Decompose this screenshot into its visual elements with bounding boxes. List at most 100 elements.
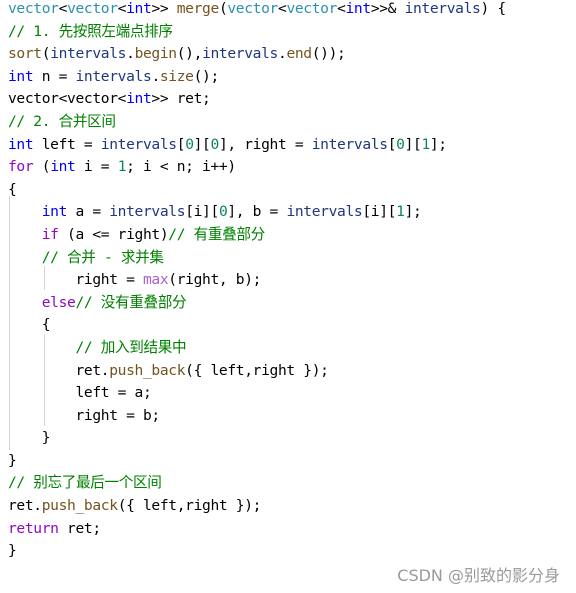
code-token: ]; (404, 203, 422, 221)
code-line: int n = intervals.size(); (8, 66, 506, 89)
code-token: [ (387, 135, 397, 153)
code-token: (right, b); (168, 271, 262, 289)
code-token: (); (193, 67, 220, 85)
code-comment: // 1. 先按照左端点排序 (8, 22, 173, 40)
code-token: if (41, 225, 59, 243)
code-token: intervals (109, 203, 186, 221)
code-line: int a = intervals[i][0], b = intervals[i… (8, 201, 506, 224)
code-token: vector (8, 0, 59, 17)
code-token: sort (8, 45, 42, 63)
code-line: { (8, 314, 506, 337)
code-token: [i][ (362, 203, 397, 221)
code-token: ], right = (218, 135, 312, 153)
code-token: ({ left,right }); (185, 361, 329, 379)
code-token: return (8, 519, 59, 537)
code-token: ()); (311, 45, 346, 63)
code-token: [ (176, 135, 186, 153)
code-token: n = (33, 67, 76, 85)
code-token: 1 (117, 158, 127, 176)
code-token: ret. (8, 497, 42, 515)
code-token: ( (33, 158, 51, 176)
code-token: (a <= right) (58, 225, 169, 243)
code-token: int (50, 158, 76, 176)
code-comment: // 2. 合并区间 (8, 112, 116, 130)
code-line: // 合并 - 求并集 (8, 247, 506, 270)
code-token: ({ left,right }); (117, 497, 262, 515)
code-token: < (337, 0, 346, 17)
code-comment: // 别忘了最后一个区间 (8, 474, 162, 492)
code-token: 0 (210, 135, 220, 153)
code-token: 0 (185, 135, 194, 153)
code-token: end (286, 45, 312, 63)
code-token: } (8, 542, 17, 560)
code-token: [i][ (185, 203, 219, 221)
code-token: intervals (286, 203, 363, 221)
code-line: } (8, 450, 506, 473)
code-token: < (117, 0, 127, 17)
code-token: int (126, 90, 152, 108)
code-token: ; i < n; i++) (126, 158, 236, 176)
code-line: sort(intervals.begin(),intervals.end()); (8, 43, 506, 66)
code-editor[interactable]: vector<vector<int>> merge(vector<vector<… (8, 0, 506, 563)
code-line: right = b; (8, 405, 506, 428)
code-token: vector (67, 0, 118, 17)
code-line: left = a; (8, 382, 506, 405)
code-token: 1 (396, 203, 405, 221)
code-comment: // 有重叠部分 (168, 225, 265, 243)
code-token: < (58, 0, 68, 17)
code-line: ret.push_back({ left,right }); (8, 495, 506, 518)
code-token: int (345, 0, 372, 17)
code-line: { (8, 179, 506, 202)
code-token: { (8, 180, 17, 198)
code-line: ret.push_back({ left,right }); (8, 360, 506, 383)
code-line: int left = intervals[0][0], right = inte… (8, 134, 506, 157)
code-line: // 1. 先按照左端点排序 (8, 21, 506, 44)
code-token: intervals (202, 45, 278, 63)
code-token: max (142, 271, 169, 289)
code-token: (), (176, 45, 203, 63)
code-token: left = a; (8, 384, 152, 402)
code-token: merge (176, 0, 220, 17)
code-token: ret; (58, 519, 101, 537)
code-line: // 2. 合并区间 (8, 111, 506, 134)
code-line: vector<vector<int>> merge(vector<vector<… (8, 0, 506, 21)
code-comment: // 合并 - 求并集 (41, 248, 164, 266)
code-token: left = (33, 135, 101, 153)
code-line: vector<vector<int>> ret; (8, 88, 506, 111)
code-token: vector (286, 0, 338, 17)
code-token: intervals (404, 0, 481, 17)
code-token: ], b = (227, 203, 287, 221)
code-token: >> (151, 0, 177, 17)
code-line: for (int i = 1; i < n; i++) (8, 156, 506, 179)
code-token: 1 (421, 135, 430, 153)
code-token: int (8, 67, 34, 85)
code-token: } (8, 429, 51, 447)
code-token: else (41, 293, 76, 311)
code-line: } (8, 427, 506, 450)
code-token: vector<vector< (8, 90, 127, 108)
code-token: size (159, 67, 194, 85)
code-token: i = (75, 158, 118, 176)
code-line: if (a <= right)// 有重叠部分 (8, 224, 506, 247)
code-token: >>& (370, 0, 405, 17)
code-line: else// 没有重叠部分 (8, 292, 506, 315)
code-token: intervals (50, 45, 127, 63)
code-token: push_back (41, 497, 118, 515)
code-token: ret. (8, 361, 110, 379)
code-token: ]; (429, 135, 447, 153)
code-token: intervals (75, 67, 152, 85)
code-line: // 加入到结果中 (8, 337, 506, 360)
code-comment: // 加入到结果中 (75, 338, 187, 356)
code-token: >> ret; (151, 90, 211, 108)
code-token: begin (134, 45, 178, 63)
code-token: int (8, 135, 34, 153)
code-line: } (8, 540, 506, 563)
code-token: . (126, 45, 135, 63)
code-token: intervals (100, 135, 177, 153)
watermark: CSDN @别致的影分身 (397, 566, 560, 585)
code-token: int (126, 0, 152, 17)
